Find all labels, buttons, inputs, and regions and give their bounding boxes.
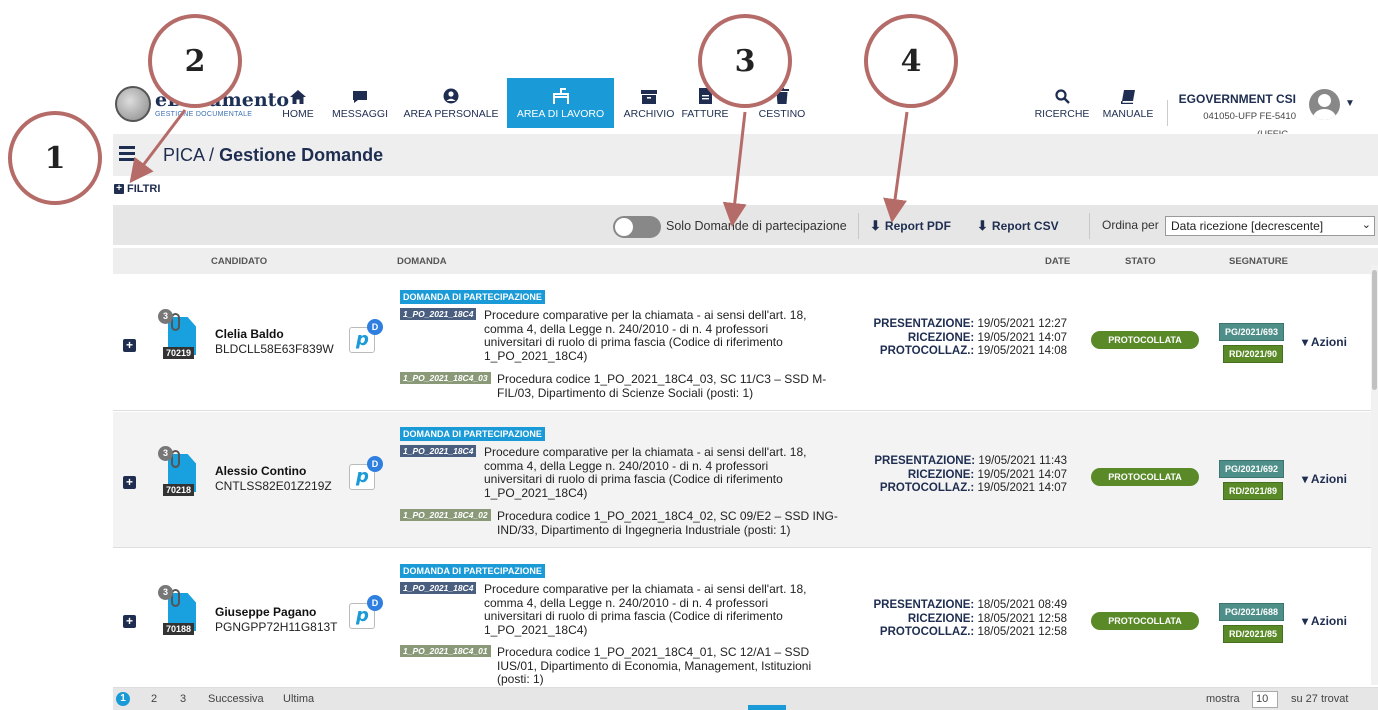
- callout-3: 3: [698, 14, 792, 108]
- app-root: 1 2 3 4 eDocumento GESTIONE DOCUMENTALE H…: [0, 0, 1378, 710]
- callout-4: 4: [864, 14, 958, 108]
- callout-1: 1: [8, 111, 102, 205]
- callout-2: 2: [148, 14, 242, 108]
